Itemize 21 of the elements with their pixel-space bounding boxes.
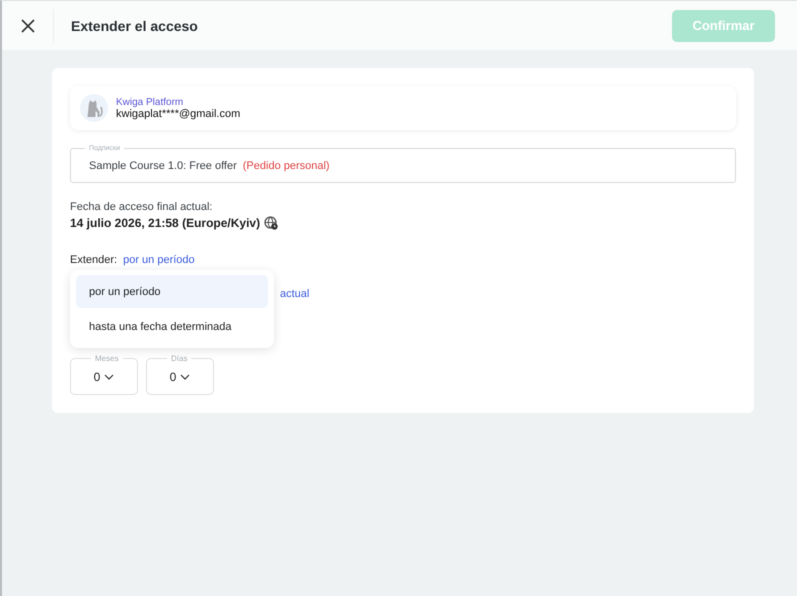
- order-tag: (Pedido personal): [242, 160, 330, 172]
- dialog-title: Extender el acceso: [71, 18, 199, 34]
- chevron-down-icon: [104, 374, 114, 380]
- menu-item[interactable]: por un período: [76, 275, 268, 308]
- globe-clock-icon: [264, 216, 278, 230]
- select-value: 0: [94, 370, 100, 384]
- extend-mode-link[interactable]: por un período: [123, 254, 195, 266]
- current-end-date: 14 julio 2026, 21:58 (Europe/Kyiv): [70, 216, 260, 230]
- option-link[interactable]: actual: [280, 288, 310, 300]
- chevron-down-icon: [180, 374, 190, 380]
- cat-avatar-icon: [80, 94, 108, 122]
- subscription-value: Sample Course 1.0: Free offer: [89, 160, 237, 172]
- user-name: Kwiga Platform: [116, 96, 184, 108]
- menu-item[interactable]: hasta una fecha determinada: [76, 310, 268, 343]
- current-end-label: Fecha de acceso final actual:: [70, 201, 214, 213]
- user-email: kwigaplat****@gmail.com: [116, 108, 240, 120]
- select-value: 0: [170, 370, 176, 384]
- select-label: Días: [167, 354, 192, 363]
- close-icon: [20, 18, 36, 34]
- select-label: Meses: [91, 354, 123, 363]
- extend-label: Extender:: [70, 254, 118, 266]
